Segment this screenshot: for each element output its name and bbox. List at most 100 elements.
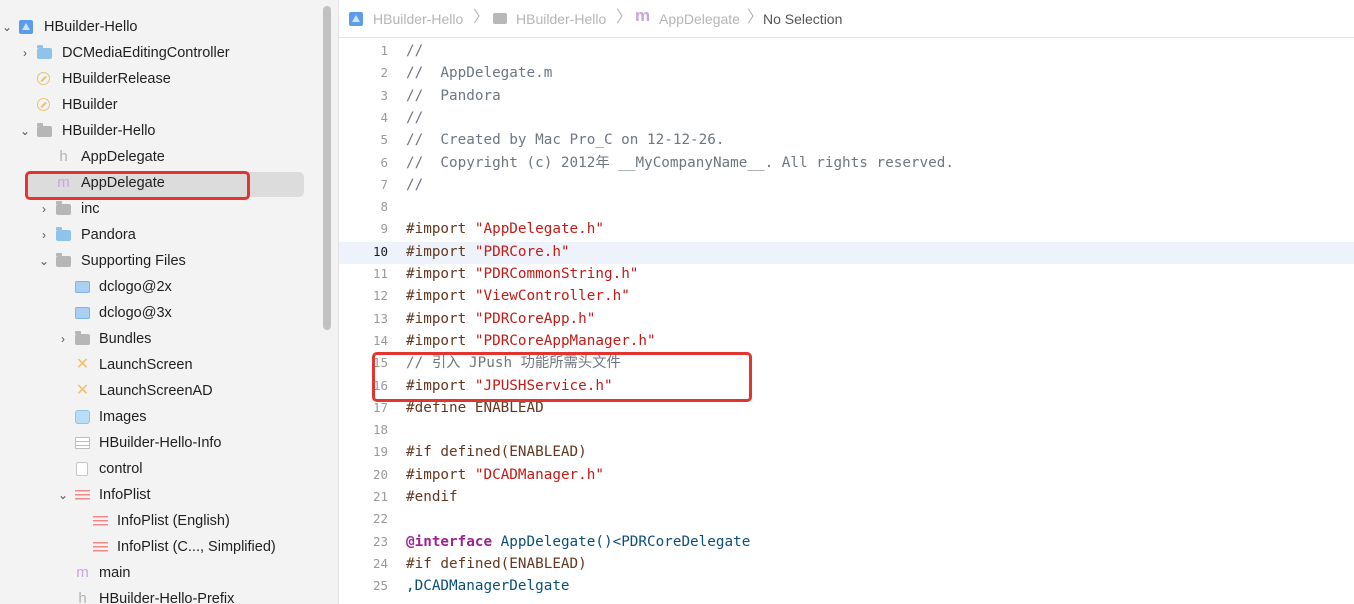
chevron-right-icon[interactable]: ›	[38, 228, 50, 242]
tree-item-hbuilder[interactable]: HBuilder	[0, 92, 320, 118]
line-number: 9	[380, 221, 388, 237]
line-number: 10	[372, 243, 388, 259]
line-number: 11	[372, 266, 388, 281]
chevron-down-icon[interactable]: ⌄	[1, 20, 13, 34]
tree-item-label: inc	[81, 201, 100, 217]
line-number: 22	[372, 511, 388, 527]
code-line[interactable]: //	[406, 40, 423, 62]
tree-item-infoplist[interactable]: ⌄ InfoPlist	[0, 482, 320, 508]
code-line[interactable]: @interface AppDelegate()<PDRCoreDelegate	[406, 531, 750, 553]
code-line[interactable]: // AppDelegate.m	[406, 62, 552, 84]
tree-item-pandora[interactable]: › Pandora	[0, 222, 320, 248]
chevron-right-icon[interactable]: ›	[19, 46, 31, 60]
code-line[interactable]: #import "PDRCoreAppManager.h"	[406, 330, 656, 352]
tree-item-label: Bundles	[99, 331, 152, 347]
tree-item-infoplist-chinese[interactable]: InfoPlist (C..., Simplified)	[0, 534, 320, 560]
annotation-box-jpush-import	[372, 352, 752, 402]
chevron-down-icon[interactable]: ⌄	[38, 254, 50, 268]
tree-item-label: InfoPlist	[99, 487, 151, 503]
tree-item-label: InfoPlist (C..., Simplified)	[117, 539, 276, 555]
tree-item-appdelegate-h[interactable]: h AppDelegate	[0, 144, 320, 170]
code-line[interactable]: #import "DCADManager.h"	[406, 464, 604, 486]
tree-item-label: Images	[99, 409, 147, 425]
line-number: 19	[372, 444, 388, 460]
tree-item-control[interactable]: control	[0, 456, 320, 482]
tree-item-launchscreenad[interactable]: ✕ LaunchScreenAD	[0, 378, 320, 404]
tree-item-dclogo-2x[interactable]: dclogo@2x	[0, 274, 320, 300]
tree-item-bundles[interactable]: › Bundles	[0, 326, 320, 352]
breadcrumb-symbol[interactable]: No Selection	[763, 10, 842, 28]
folder-icon	[75, 331, 90, 345]
line-number: 1	[380, 43, 388, 58]
target-icon	[37, 98, 50, 111]
code-line[interactable]: #import "ViewController.h"	[406, 285, 630, 307]
tree-item-hbuilder-hello-info[interactable]: HBuilder-Hello-Info	[0, 430, 320, 456]
line-number: 20	[372, 466, 388, 482]
code-line[interactable]: ,DCADManagerDelgate	[406, 575, 570, 597]
code-line[interactable]: #if defined(ENABLEAD)	[406, 441, 587, 463]
code-line[interactable]: #import "AppDelegate.h"	[406, 218, 604, 240]
tree-item-hbuilderrelease[interactable]: HBuilderRelease	[0, 66, 320, 92]
source-editor[interactable]: 1 2 3 4 5 6 7 8 9 10 11 12 13 14 15 16 17 18 19 20 21 22 23 24 2…	[339, 38, 1354, 604]
folder-icon	[493, 13, 507, 24]
code-line[interactable]: // Pandora	[406, 85, 501, 107]
code-line[interactable]: //	[406, 174, 423, 196]
tree-item-label: AppDelegate	[81, 149, 165, 165]
line-number: 12	[372, 288, 388, 304]
line-number: 2	[380, 65, 388, 81]
tree-item-launchscreen[interactable]: ✕ LaunchScreen	[0, 352, 320, 378]
breadcrumb-separator: 〉	[473, 9, 490, 26]
line-number: 3	[380, 87, 388, 103]
tree-item-label: DCMediaEditingController	[62, 45, 230, 61]
code-line[interactable]: #import "PDRCore.h"	[406, 241, 570, 263]
code-line[interactable]: #if defined(ENABLEAD)	[406, 553, 587, 575]
chevron-right-icon[interactable]: ›	[38, 202, 50, 216]
storyboard-icon: ✕	[75, 382, 90, 399]
breadcrumb-project[interactable]: HBuilder-Hello	[373, 10, 463, 28]
folder-icon	[56, 201, 71, 215]
folder-blue-icon	[56, 227, 71, 241]
line-number: 13	[372, 310, 388, 326]
asset-catalog-icon	[75, 410, 90, 424]
chevron-down-icon[interactable]: ⌄	[57, 488, 69, 502]
tree-item-label: LaunchScreenAD	[99, 383, 213, 399]
tree-item-supporting-files[interactable]: ⌄ Supporting Files	[0, 248, 320, 274]
breadcrumb-separator: 〉	[616, 9, 633, 26]
breadcrumb-file[interactable]: AppDelegate	[659, 10, 740, 28]
breadcrumb-group[interactable]: HBuilder-Hello	[516, 10, 606, 28]
folder-icon	[37, 123, 52, 137]
tree-item-dclogo-3x[interactable]: dclogo@3x	[0, 300, 320, 326]
code-line[interactable]: // Copyright (c) 2012年 __MyCompanyName__…	[406, 152, 954, 174]
tree-item-infoplist-english[interactable]: InfoPlist (English)	[0, 508, 320, 534]
code-line[interactable]: #endif	[406, 486, 458, 508]
objc-file-icon: m	[635, 6, 651, 25]
line-number: 24	[372, 555, 388, 571]
objc-file-icon: m	[76, 564, 89, 581]
line-number: 18	[372, 422, 388, 438]
line-number: 4	[380, 109, 388, 125]
tree-item-dcmediaeditingcontroller[interactable]: › DCMediaEditingController	[0, 40, 320, 66]
tree-item-label: HBuilder-Hello-Prefix	[99, 591, 235, 604]
chevron-down-icon[interactable]: ⌄	[19, 124, 31, 138]
header-file-icon: h	[78, 590, 87, 604]
tree-item-prefix[interactable]: h HBuilder-Hello-Prefix	[0, 586, 320, 604]
strings-file-icon	[93, 516, 108, 527]
tree-item-label: HBuilderRelease	[62, 71, 171, 87]
code-line[interactable]: // Created by Mac Pro_C on 12-12-26.	[406, 129, 724, 151]
code-line[interactable]: #import "PDRCoreApp.h"	[406, 308, 595, 330]
project-icon	[349, 12, 363, 26]
code-line[interactable]: #import "PDRCommonString.h"	[406, 263, 638, 285]
image-icon	[75, 281, 90, 293]
image-icon	[75, 307, 90, 319]
tree-item-images[interactable]: Images	[0, 404, 320, 430]
tree-item-hbuilder-hello-group[interactable]: ⌄ HBuilder-Hello	[0, 118, 320, 144]
tree-item-label: Pandora	[81, 227, 136, 243]
chevron-right-icon[interactable]: ›	[57, 332, 69, 346]
sidebar-scrollbar[interactable]	[323, 6, 331, 330]
line-number: 14	[372, 332, 388, 348]
tree-item-project-root[interactable]: ⌄ HBuilder-Hello	[0, 14, 320, 40]
tree-item-main[interactable]: m main	[0, 560, 320, 586]
code-line[interactable]: //	[406, 107, 423, 129]
line-number: 25	[372, 578, 388, 594]
tree-item-label: HBuilder-Hello-Info	[99, 435, 222, 451]
